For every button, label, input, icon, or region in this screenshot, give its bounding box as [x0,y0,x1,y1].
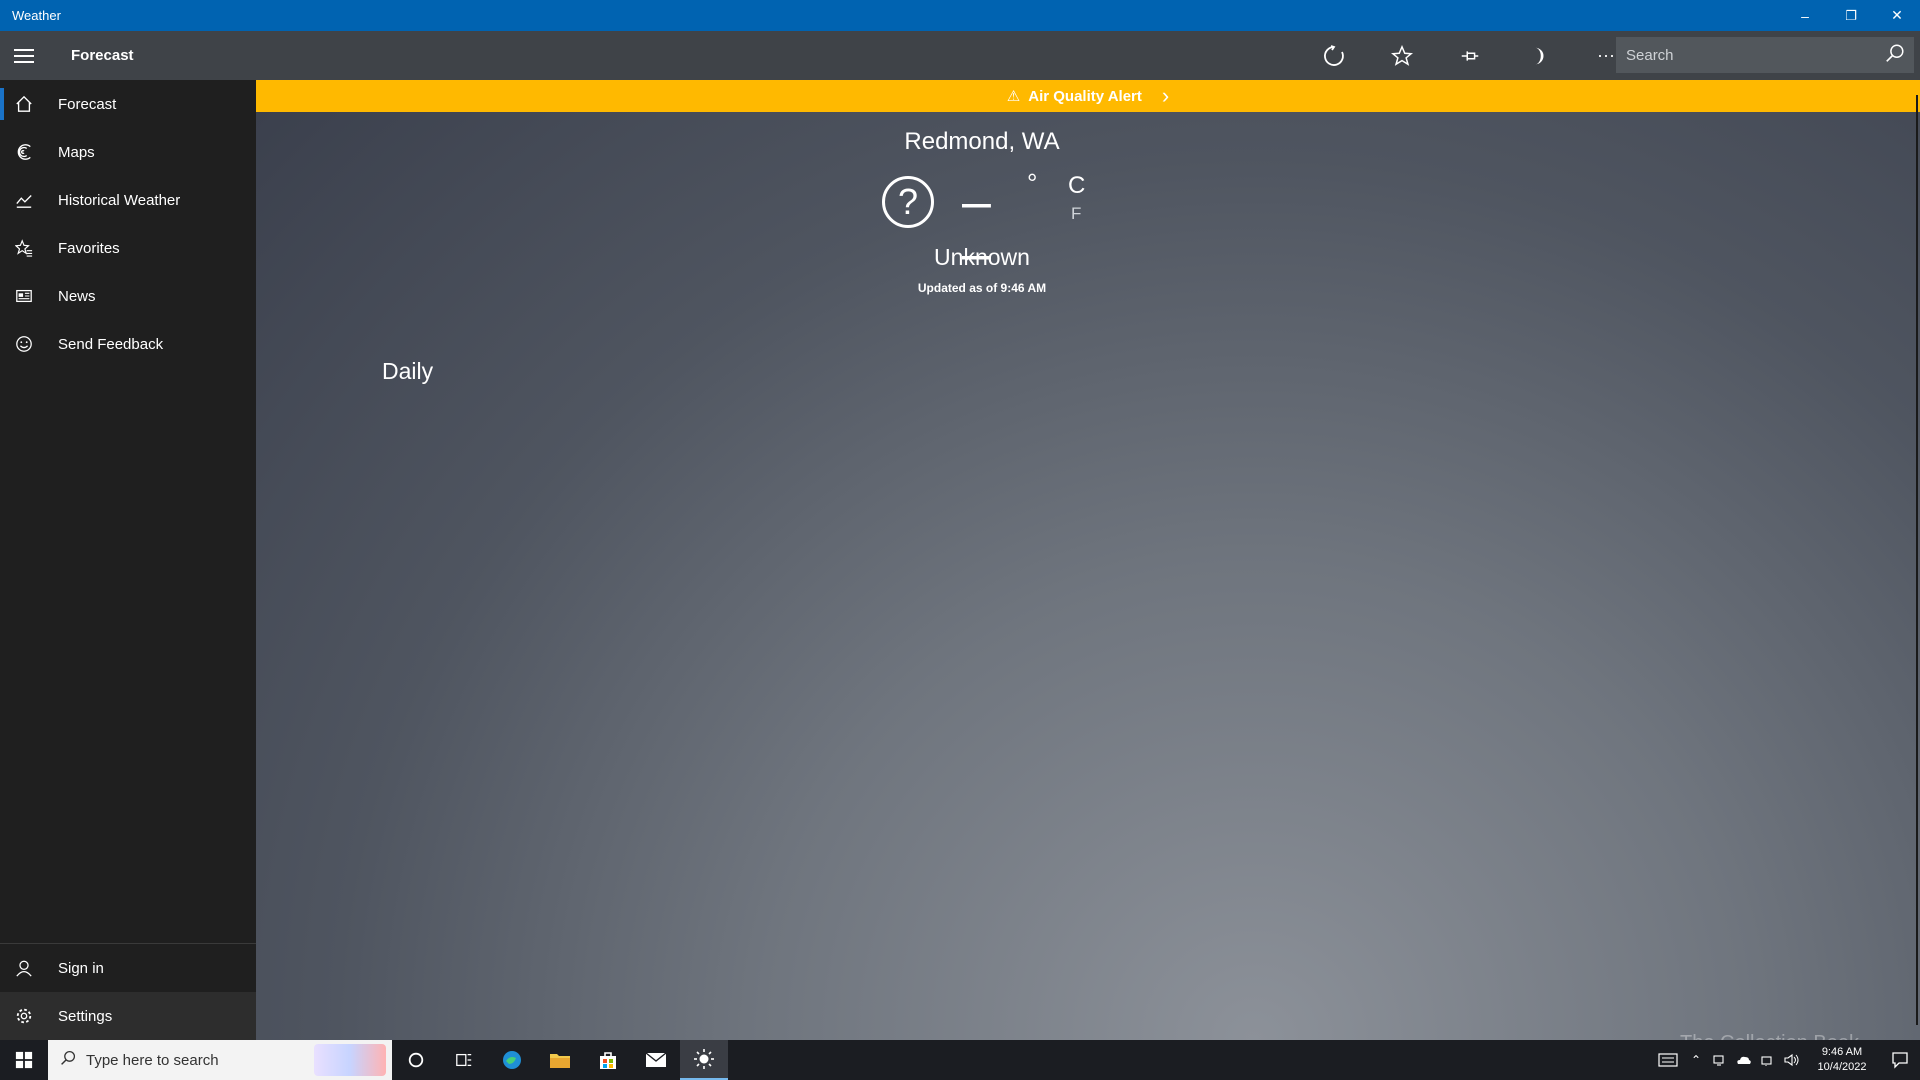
restore-button[interactable]: ❐ [1828,0,1874,31]
volume-icon[interactable] [1780,1040,1804,1080]
gear-icon [0,1007,48,1025]
pin-icon [1461,50,1479,61]
condition-text: Unknown [934,244,1030,270]
navigation-footer: Sign in Settings [0,943,256,1040]
edge-icon [503,1051,521,1069]
nav-item-historical-weather[interactable]: Historical Weather [0,176,256,224]
notification-icon [1892,1052,1908,1069]
favorites-icon [0,239,48,257]
location-name: Redmond, WA [904,128,1060,155]
air-quality-alert-banner[interactable]: ⚠ Air Quality Alert › [256,80,1920,112]
close-button[interactable]: ✕ [1874,0,1920,31]
app-title: Weather [12,8,61,23]
action-center-button[interactable] [1880,1040,1920,1080]
search-box [1616,37,1914,73]
nav-item-send-feedback[interactable]: Send Feedback [0,320,256,368]
window-controls: – ❐ ✕ [1782,0,1920,31]
alert-label: Air Quality Alert [1028,87,1142,105]
taskbar-search-placeholder: Type here to search [86,1051,219,1069]
minimize-button[interactable]: – [1782,0,1828,31]
nav-item-maps[interactable]: Maps [0,128,256,176]
nav-item-settings[interactable]: Settings [0,992,256,1040]
system-tray: ⌃ 9:46 AM 10/4/2022 [1652,1040,1920,1080]
task-view-icon [456,1053,472,1067]
store-icon [600,1052,616,1069]
cortana-button[interactable] [392,1040,440,1080]
clock-time: 9:46 AM [1821,1046,1863,1058]
degree-symbol: ° [1027,168,1038,198]
hamburger-menu-button[interactable] [0,31,48,80]
mail-taskbar-button[interactable] [632,1040,680,1080]
watermark: The Collection Book [1680,1032,1859,1040]
updated-timestamp: Updated as of 9:46 AM [917,281,1047,295]
onedrive-icon[interactable] [1732,1040,1756,1080]
person-icon [0,959,48,977]
folder-icon [550,1054,570,1068]
clock-date: 10/4/2022 [1817,1061,1867,1073]
nav-item-label: Maps [58,143,95,161]
nav-item-label: Historical Weather [58,191,181,209]
cortana-icon [408,1052,424,1068]
search-icon[interactable] [1884,43,1906,70]
daily-section-heading: Daily [382,358,434,384]
sun-icon [694,1049,714,1069]
map-icon [0,143,48,161]
unknown-weather-icon: ? [882,176,934,228]
forecast-content: ⚠ Air Quality Alert › Redmond, WA ? – – … [256,80,1920,1040]
refresh-button[interactable] [1300,31,1368,80]
weather-taskbar-button[interactable] [680,1040,728,1080]
store-taskbar-button[interactable] [584,1040,632,1080]
scrollbar[interactable] [1916,95,1918,1025]
nav-item-sign-in[interactable]: Sign in [0,944,256,992]
task-view-button[interactable] [440,1040,488,1080]
warning-icon: ⚠ [1006,88,1021,105]
theme-toggle-button[interactable] [1504,31,1572,80]
search-icon [60,1050,76,1071]
home-icon [0,95,48,113]
fahrenheit-toggle[interactable]: F [1071,204,1081,224]
taskbar: Type here to search ⌃ 9:46 AM 10/4/2022 [0,1040,1920,1080]
command-bar: Forecast ··· [0,31,1920,80]
wifi-icon[interactable] [1756,1040,1780,1080]
nav-item-forecast[interactable]: Forecast [0,80,256,128]
chart-icon [0,191,48,209]
navigation-pane: Forecast Maps Historical Weather Favorit… [0,80,256,1040]
refresh-icon [1324,44,1344,66]
command-icons: ··· [1300,31,1640,80]
taskbar-search-box[interactable]: Type here to search [48,1040,392,1080]
news-icon [0,287,48,305]
nav-item-label: Sign in [58,959,104,977]
pin-button[interactable] [1436,31,1504,80]
more-icon: ··· [1597,45,1615,65]
page-title: Forecast [71,47,134,64]
star-icon [1391,44,1413,66]
nav-item-label: Send Feedback [58,335,164,353]
taskbar-clock[interactable]: 9:46 AM 10/4/2022 [1804,1045,1880,1075]
network-icon[interactable] [1708,1040,1732,1080]
hamburger-icon [14,54,34,57]
celsius-toggle[interactable]: C [1068,172,1085,200]
mail-icon [645,1052,667,1067]
title-bar: Weather – ❐ ✕ [0,0,1920,31]
file-explorer-taskbar-button[interactable] [536,1040,584,1080]
nav-item-label: News [58,287,96,305]
add-favorite-button[interactable] [1368,31,1436,80]
nav-item-news[interactable]: News [0,272,256,320]
chevron-right-icon: › [1161,83,1170,108]
search-input[interactable] [1626,46,1866,64]
moon-icon [1535,47,1544,64]
keyboard-icon[interactable] [1652,1040,1684,1080]
windows-logo-icon [15,1051,33,1069]
edge-taskbar-button[interactable] [488,1040,536,1080]
nav-item-label: Settings [58,1007,113,1025]
feedback-icon [0,335,48,353]
start-button[interactable] [0,1040,48,1080]
nav-item-favorites[interactable]: Favorites [0,224,256,272]
nav-item-label: Forecast [58,95,117,113]
chevron-up-icon[interactable]: ⌃ [1684,1040,1708,1080]
nav-item-label: Favorites [58,239,120,257]
search-highlight-image [314,1044,386,1076]
